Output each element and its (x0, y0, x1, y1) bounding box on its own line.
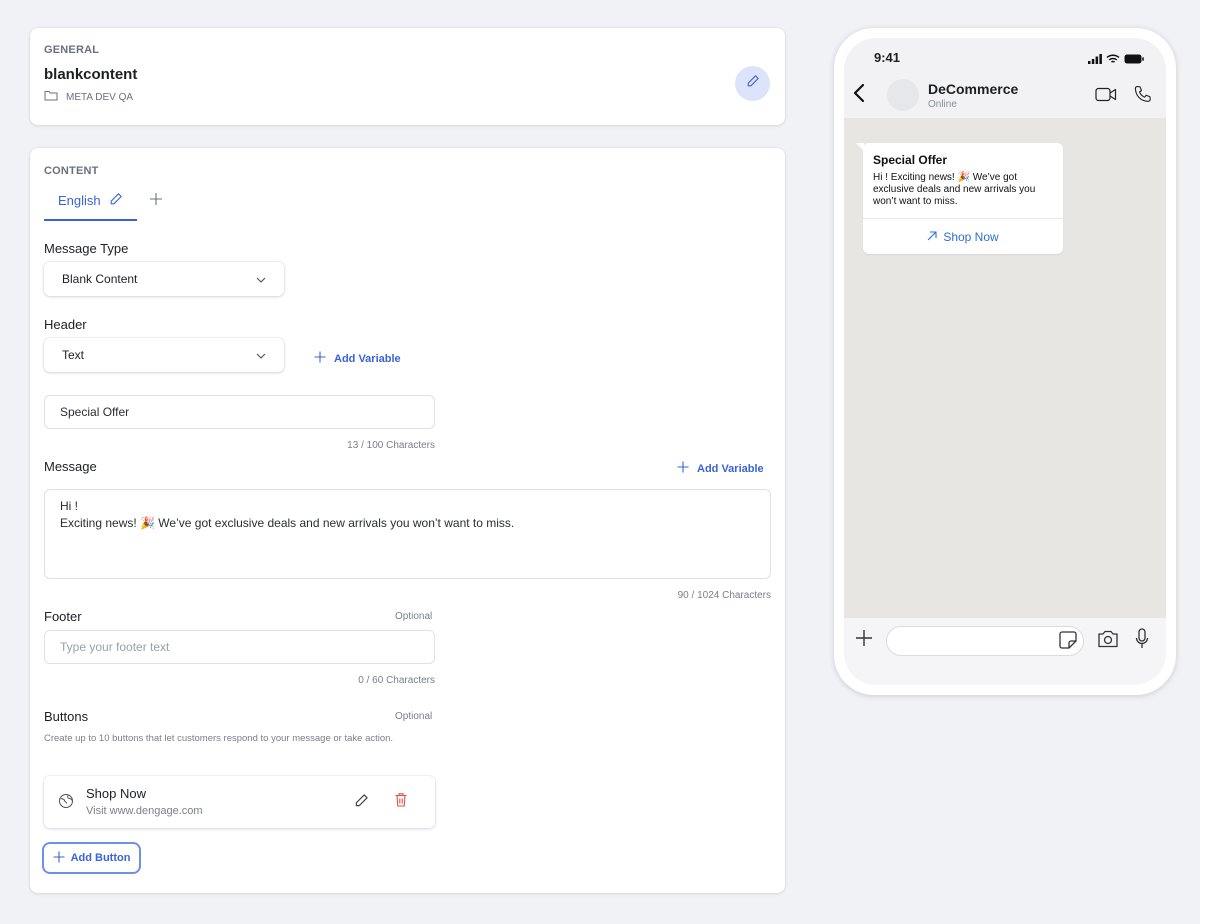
chevron-down-icon (256, 348, 266, 362)
message-type-label: Message Type (44, 241, 129, 256)
button-item-title: Shop Now (86, 786, 146, 801)
header-label: Header (44, 317, 87, 332)
message-label: Message (44, 459, 97, 474)
header-text-value: Special Offer (60, 405, 130, 419)
general-card: GENERAL blankcontent META DEV QA (30, 28, 785, 125)
folder-icon (44, 90, 58, 104)
contact-status: Online (928, 99, 957, 110)
pencil-icon (746, 74, 760, 93)
message-add-variable-button[interactable]: Add Variable (677, 461, 764, 476)
microphone-icon[interactable] (1135, 628, 1149, 655)
folder-row: META DEV QA (44, 90, 133, 104)
chat-input-bar (844, 618, 1166, 685)
footer-counter: 0 / 60 Characters (358, 675, 435, 686)
avatar[interactable] (887, 79, 919, 111)
footer-optional-tag: Optional (395, 611, 433, 622)
header-type-select[interactable]: Text (44, 338, 284, 372)
message-textarea[interactable]: Hi ! Exciting news! 🎉 We’ve got exclusiv… (44, 489, 771, 579)
header-text-input[interactable]: Special Offer (44, 395, 435, 429)
language-tabs: English (44, 188, 163, 221)
bubble-button-label: Shop Now (943, 229, 999, 244)
pencil-icon[interactable] (354, 793, 369, 813)
camera-icon[interactable] (1097, 630, 1119, 653)
button-item-shop-now: Shop Now Visit www.dengage.com (44, 776, 435, 828)
bubble-shop-now-button[interactable]: Shop Now (863, 218, 1063, 254)
footer-input[interactable]: Type your footer text (44, 630, 435, 664)
message-type-select[interactable]: Blank Content (44, 262, 284, 296)
trash-icon[interactable] (394, 792, 408, 813)
edit-general-button[interactable] (735, 66, 770, 101)
bubble-tail (856, 143, 864, 151)
add-variable-label: Add Variable (697, 462, 764, 475)
chat-background: Special Offer Hi ! Exciting news! 🎉 We’v… (844, 118, 1166, 618)
buttons-optional-tag: Optional (395, 711, 433, 722)
contact-name: DeCommerce (928, 81, 1019, 97)
chat-header: DeCommerce Online (844, 72, 1166, 118)
bubble-title: Special Offer (873, 153, 948, 167)
phone-screen: 9:41 DeCommerce Online Special Offer Hi … (844, 38, 1166, 685)
status-time: 9:41 (874, 50, 901, 65)
tab-label: English (58, 193, 101, 208)
plus-icon[interactable] (854, 628, 874, 653)
footer-placeholder: Type your footer text (60, 640, 170, 654)
sticker-icon[interactable] (1058, 630, 1078, 655)
message-line: Hi ! (60, 499, 78, 513)
footer-label: Footer (44, 609, 82, 624)
phone-preview: 9:41 DeCommerce Online Special Offer Hi … (834, 28, 1176, 695)
plus-icon (314, 351, 326, 366)
bubble-body: Hi ! Exciting news! 🎉 We’ve got exclusiv… (873, 172, 1036, 207)
add-button-button[interactable]: Add Button (42, 842, 141, 874)
message-bubble: Special Offer Hi ! Exciting news! 🎉 We’v… (856, 143, 1063, 254)
button-item-subtitle: Visit www.dengage.com (86, 805, 203, 817)
battery-icon (1124, 51, 1144, 69)
signal-icon (1088, 51, 1102, 69)
external-link-icon (927, 230, 937, 244)
content-card: CONTENT English Message Type Blank Conte… (30, 148, 785, 893)
message-counter: 90 / 1024 Characters (677, 590, 771, 601)
message-type-value: Blank Content (62, 272, 138, 286)
globe-icon (58, 793, 74, 814)
buttons-label: Buttons (44, 709, 89, 724)
general-section-label: GENERAL (44, 44, 100, 56)
buttons-help-text: Create up to 10 buttons that let custome… (44, 733, 394, 744)
add-variable-label: Add Variable (334, 352, 401, 365)
message-line: Exciting news! 🎉 We’ve got exclusive dea… (60, 516, 515, 530)
video-call-icon[interactable] (1095, 87, 1117, 107)
pencil-icon[interactable] (109, 192, 123, 209)
add-language-icon[interactable] (149, 192, 163, 211)
phone-call-icon[interactable] (1133, 84, 1153, 109)
folder-name: META DEV QA (66, 91, 134, 103)
header-add-variable-button[interactable]: Add Variable (314, 351, 401, 366)
chevron-down-icon (256, 272, 266, 286)
content-section-label: CONTENT (44, 165, 99, 177)
status-icons (1088, 51, 1144, 69)
tab-english[interactable]: English (44, 188, 137, 221)
chat-message-input[interactable] (886, 626, 1084, 656)
header-counter: 13 / 100 Characters (347, 440, 435, 451)
plus-icon (677, 461, 689, 476)
header-type-value: Text (62, 348, 85, 362)
add-button-label: Add Button (70, 852, 131, 864)
wifi-icon (1106, 51, 1120, 69)
chevron-left-icon[interactable] (853, 83, 865, 108)
plus-icon (53, 851, 65, 866)
template-name: blankcontent (44, 66, 138, 83)
page-edge (1200, 0, 1232, 924)
